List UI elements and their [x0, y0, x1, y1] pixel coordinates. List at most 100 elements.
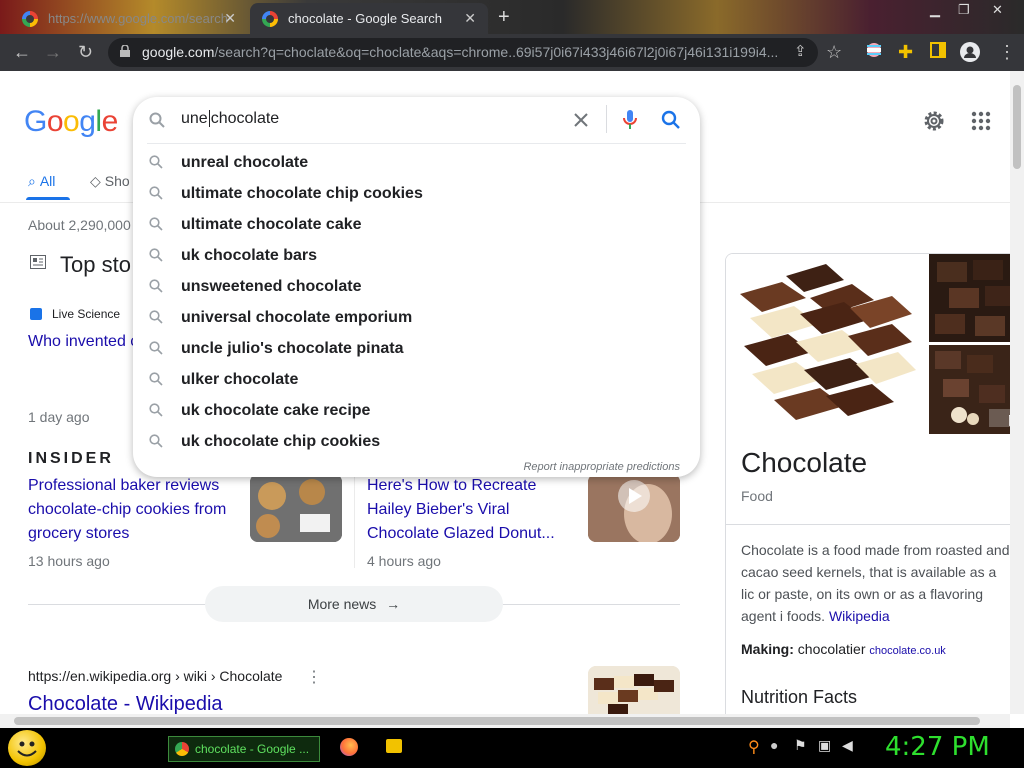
- wikipedia-link[interactable]: Wikipedia: [829, 608, 890, 624]
- clock[interactable]: 4:27 PM: [885, 732, 990, 762]
- suggestion-item[interactable]: unsweetened chocolate: [133, 271, 700, 302]
- suggestion-item[interactable]: universal chocolate emporium: [133, 302, 700, 333]
- scrollbar-thumb[interactable]: [14, 717, 980, 725]
- new-tab-button[interactable]: +: [498, 6, 510, 29]
- google-logo[interactable]: Google: [24, 105, 118, 139]
- knowledge-panel: ▣ Chocolate Food Chocolate is a food mad…: [725, 253, 1010, 714]
- live-science-logo: [30, 308, 42, 320]
- news-link[interactable]: Professional baker reviews chocolate-chi…: [28, 474, 243, 546]
- search-query-prefix: une: [181, 110, 208, 127]
- bookmark-star-icon[interactable]: ☆: [826, 42, 842, 62]
- result-title-link[interactable]: Chocolate - Wikipedia: [28, 693, 223, 714]
- suggestion-item[interactable]: unreal chocolate: [133, 147, 700, 178]
- chocolate-image[interactable]: [929, 254, 1010, 342]
- news-link[interactable]: Who invented c: [28, 333, 138, 351]
- search-icon: [149, 403, 163, 417]
- back-icon[interactable]: ←: [13, 42, 31, 62]
- suggestion-item[interactable]: uk chocolate cake recipe: [133, 395, 700, 426]
- tab-strip: https://www.google.com/search ✕ chocolat…: [0, 0, 1024, 34]
- forward-icon[interactable]: →: [44, 42, 62, 62]
- chocolate-image[interactable]: ▣: [929, 345, 1010, 434]
- suggestion-item[interactable]: uncle julio's chocolate pinata: [133, 333, 700, 364]
- nutrition-facts-heading: Nutrition Facts: [741, 687, 858, 707]
- tab-all[interactable]: ⌕ All: [28, 173, 55, 190]
- active-tab-indicator: [26, 197, 70, 200]
- vertical-scrollbar[interactable]: [1010, 71, 1024, 714]
- close-tab-icon[interactable]: ✕: [224, 10, 236, 27]
- more-news-button[interactable]: More news →: [205, 586, 503, 622]
- suggestion-item[interactable]: ultimate chocolate chip cookies: [133, 178, 700, 209]
- search-icon: [149, 217, 163, 231]
- google-favicon-icon: [22, 10, 38, 27]
- tag-icon: ◇: [90, 173, 101, 189]
- reload-icon[interactable]: ↻: [78, 42, 93, 62]
- news-timestamp: 4 hours ago: [367, 553, 441, 569]
- folder-icon[interactable]: [386, 739, 402, 753]
- start-button[interactable]: [8, 730, 46, 766]
- knowledge-panel-making: Making: chocolatier chocolate.co.uk: [741, 641, 946, 657]
- extensions-puzzle-icon[interactable]: ✚: [898, 42, 913, 62]
- search-icon: [149, 372, 163, 386]
- video-thumbnail[interactable]: [588, 474, 680, 542]
- microphone-icon[interactable]: [623, 109, 637, 131]
- flag-tray-icon[interactable]: ⚑: [794, 737, 807, 754]
- suggestion-item[interactable]: uk chocolate chip cookies: [133, 426, 700, 457]
- report-predictions-link[interactable]: Report inappropriate predictions: [523, 461, 680, 473]
- news-link[interactable]: Here's How to Recreate Hailey Bieber's V…: [367, 474, 577, 546]
- more-options-icon[interactable]: ⋮: [306, 667, 322, 687]
- search-box[interactable]: une chocolate unreal chocolate ultimate c…: [133, 97, 700, 477]
- taskbar-chrome-item[interactable]: chocolate - Google ...: [168, 736, 320, 762]
- firefox-icon[interactable]: [340, 738, 358, 756]
- divider: [726, 524, 1010, 525]
- smiley-icon: [17, 741, 37, 757]
- suggestion-item[interactable]: ulker chocolate: [133, 364, 700, 395]
- apps-grid-icon[interactable]: [971, 111, 991, 131]
- search-icon: [149, 248, 163, 262]
- source-link[interactable]: chocolate.co.uk: [869, 645, 945, 657]
- result-thumbnail[interactable]: [588, 666, 680, 714]
- news-timestamp: 13 hours ago: [28, 553, 110, 569]
- profile-avatar-icon[interactable]: [960, 42, 980, 66]
- suggestion-item[interactable]: ultimate chocolate cake: [133, 209, 700, 240]
- chocolate-image[interactable]: [726, 254, 926, 434]
- search-submit-icon[interactable]: [661, 110, 681, 130]
- share-icon[interactable]: ⇪: [794, 42, 807, 62]
- browser-tab-inactive[interactable]: https://www.google.com/search ✕: [10, 3, 248, 34]
- news-thumbnail[interactable]: [250, 474, 342, 542]
- newspaper-icon: [30, 255, 46, 269]
- knowledge-panel-subtitle: Food: [741, 488, 773, 504]
- search-icon: [149, 112, 165, 128]
- search-icon: [149, 341, 163, 355]
- search-tray-icon[interactable]: ⚲: [748, 737, 760, 757]
- divider: [606, 105, 607, 133]
- network-tray-icon[interactable]: ▣: [818, 737, 831, 754]
- tray-icon[interactable]: ●: [770, 737, 778, 753]
- maximize-icon[interactable]: ❐: [958, 2, 970, 18]
- result-url: https://en.wikipedia.org › wiki › Chocol…: [28, 668, 283, 684]
- search-icon: [149, 186, 163, 200]
- menu-kebab-icon[interactable]: ⋮: [998, 42, 1016, 62]
- suggestion-item[interactable]: uk chocolate bars: [133, 240, 700, 271]
- search-results-page: Google ⌕ All ◇ Sho About 2,290,000 Top sto…: [0, 71, 1010, 714]
- search-icon: [149, 310, 163, 324]
- sidebar-icon[interactable]: [930, 42, 946, 62]
- horizontal-scrollbar[interactable]: [0, 714, 1010, 728]
- close-window-icon[interactable]: ✕: [992, 2, 1003, 18]
- news-source: Live Science: [52, 307, 121, 321]
- browser-tab-active[interactable]: chocolate - Google Search ✕: [250, 3, 488, 34]
- chrome-icon: [175, 742, 189, 756]
- volume-tray-icon[interactable]: ◀: [842, 737, 853, 754]
- settings-gear-icon[interactable]: [922, 109, 946, 133]
- minimize-icon[interactable]: ▁: [930, 2, 940, 18]
- address-bar[interactable]: google.com/search?q=choclate&oq=choclate…: [108, 38, 818, 67]
- search-input[interactable]: une chocolate: [181, 110, 279, 128]
- tab-shopping[interactable]: ◇ Sho: [90, 173, 130, 190]
- scrollbar-thumb[interactable]: [1013, 85, 1021, 169]
- search-query: chocolate: [210, 110, 280, 127]
- profile-flag-icon[interactable]: [866, 42, 882, 62]
- close-tab-icon[interactable]: ✕: [464, 10, 476, 27]
- arrow-right-icon: →: [386, 596, 401, 612]
- knowledge-panel-description: Chocolate is a food made from roasted an…: [741, 542, 1010, 624]
- lock-icon: [120, 45, 130, 57]
- clear-icon[interactable]: [573, 112, 589, 128]
